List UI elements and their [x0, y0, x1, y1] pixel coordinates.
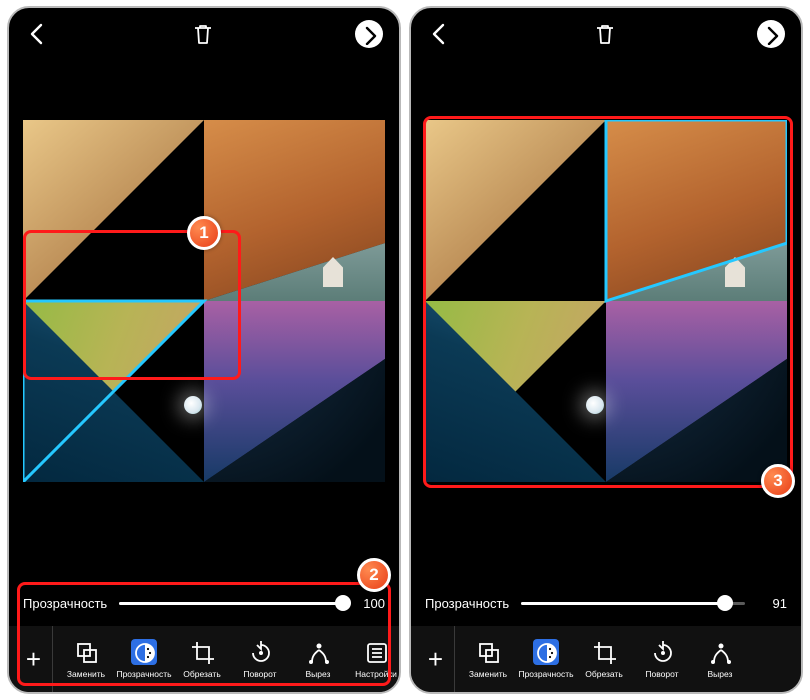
cutout-icon: [305, 639, 331, 665]
rotate-icon: [247, 639, 273, 665]
tool-crop[interactable]: Обрезать: [173, 626, 231, 692]
next-icon[interactable]: [355, 20, 383, 48]
add-button[interactable]: +: [417, 626, 455, 692]
tool-settings[interactable]: Настройки: [347, 626, 399, 692]
back-icon[interactable]: [427, 21, 453, 47]
moon-icon: [184, 396, 202, 414]
slider-label: Прозрачность: [425, 596, 509, 611]
replace-icon: [73, 639, 99, 665]
tool-label: Поворот: [243, 669, 276, 679]
tool-label: Вырез: [708, 669, 733, 679]
add-button[interactable]: +: [15, 626, 53, 692]
tool-label: Поворот: [645, 669, 678, 679]
tool-cutout[interactable]: Вырез: [691, 626, 749, 692]
opacity-slider[interactable]: [521, 602, 745, 605]
slider-value: 91: [757, 596, 787, 611]
next-icon[interactable]: [757, 20, 785, 48]
topbar: [9, 8, 399, 60]
opacity-icon: [533, 639, 559, 665]
tool-replace[interactable]: Заменить: [459, 626, 517, 692]
crop-icon: [591, 639, 617, 665]
step-badge-3: 3: [761, 464, 795, 498]
toolbar: + Заменить Прозрачность Обрезать Поворот Выр…: [9, 626, 399, 692]
tool-opacity[interactable]: Прозрачность: [517, 626, 575, 692]
trash-icon[interactable]: [592, 21, 618, 47]
collage-canvas[interactable]: [425, 120, 787, 482]
tool-opacity[interactable]: Прозрачность: [115, 626, 173, 692]
phone-right: 3 Прозрачность 91 + Заменить Прозрачность…: [409, 6, 803, 694]
opacity-slider-row: Прозрачность 100: [9, 584, 399, 622]
tool-replace[interactable]: Заменить: [57, 626, 115, 692]
tool-label: Прозрачность: [116, 669, 171, 679]
opacity-slider-row: Прозрачность 91: [411, 584, 801, 622]
trash-icon[interactable]: [190, 21, 216, 47]
collage-canvas[interactable]: [23, 120, 385, 482]
moon-icon: [586, 396, 604, 414]
tool-label: Вырез: [306, 669, 331, 679]
tool-label: Заменить: [469, 669, 507, 679]
replace-icon: [475, 639, 501, 665]
cutout-icon: [707, 639, 733, 665]
opacity-icon: [131, 639, 157, 665]
tool-crop[interactable]: Обрезать: [575, 626, 633, 692]
tool-label: Настройки: [355, 669, 397, 679]
step-badge-1: 1: [187, 216, 221, 250]
back-icon[interactable]: [25, 21, 51, 47]
tool-label: Обрезать: [183, 669, 221, 679]
topbar: [411, 8, 801, 60]
opacity-slider[interactable]: [119, 602, 343, 605]
settings-icon: [363, 639, 389, 665]
crop-icon: [189, 639, 215, 665]
tool-cutout[interactable]: Вырез: [289, 626, 347, 692]
toolbar: + Заменить Прозрачность Обрезать Поворот Выр…: [411, 626, 801, 692]
phone-left: 1 Прозрачность 100 + Заменить Прозрачност…: [7, 6, 401, 694]
rotate-icon: [649, 639, 675, 665]
tool-label: Заменить: [67, 669, 105, 679]
slider-label: Прозрачность: [23, 596, 107, 611]
tool-rotate[interactable]: Поворот: [633, 626, 691, 692]
tool-label: Прозрачность: [518, 669, 573, 679]
slider-value: 100: [355, 596, 385, 611]
step-badge-2: 2: [357, 558, 391, 592]
tool-label: Обрезать: [585, 669, 623, 679]
tool-rotate[interactable]: Поворот: [231, 626, 289, 692]
